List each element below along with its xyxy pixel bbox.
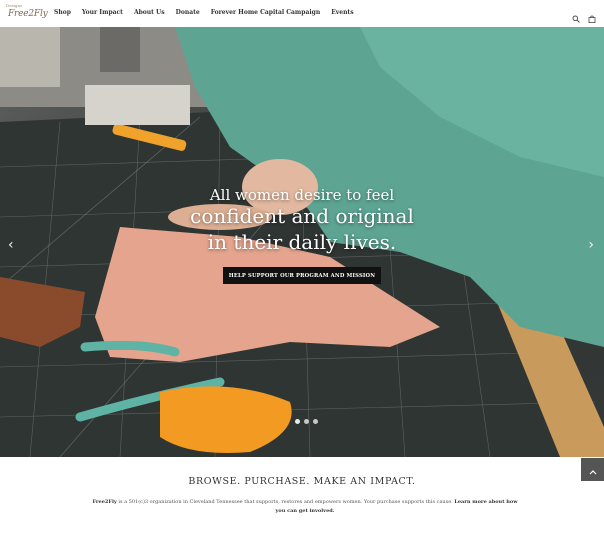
support-program-button[interactable]: HELP SUPPORT OUR PROGRAM AND MISSION [223,267,381,284]
bag-icon[interactable] [588,8,596,23]
nav-capital-campaign[interactable]: Forever Home Capital Campaign [211,9,321,16]
chevron-right-icon[interactable]: › [588,237,594,253]
site-logo[interactable]: Designs Free2Fly [6,3,48,23]
nav-about-us[interactable]: About Us [134,9,165,16]
brand-name: Free2Fly [92,499,117,505]
slider-dot-3[interactable] [313,419,318,424]
hero-heading-line-2: confident and original [190,204,414,228]
hero-heading-line-3: in their daily lives. [207,230,397,254]
chevron-left-icon[interactable]: ‹ [8,237,14,253]
nav-your-impact[interactable]: Your Impact [82,9,123,16]
hero-heading-line-1: All women desire to feel [209,186,395,204]
site-header: Designs Free2Fly Shop Your Impact About … [0,0,604,27]
logo-wordmark: Free2Fly [8,9,48,19]
mission-blurb: Free2Fly is a 501(c)3 organization in Cl… [90,498,520,516]
scroll-to-top-button[interactable] [581,458,604,481]
slider-dot-1[interactable] [295,419,300,424]
hero-slider: All women desire to feel confident and o… [0,27,604,457]
mission-text: is a 501(c)3 organization in Cleveland T… [116,499,455,505]
search-icon[interactable] [572,8,580,23]
nav-donate[interactable]: Donate [176,9,200,16]
section-headline: BROWSE. PURCHASE. MAKE AN IMPACT. [188,476,416,487]
logo-tag: Designs [6,3,23,8]
main-nav: Shop Your Impact About Us Donate Forever… [54,9,354,16]
chevron-up-icon [589,460,597,479]
nav-events[interactable]: Events [331,9,353,16]
nav-shop[interactable]: Shop [54,9,71,16]
slider-dots [295,419,318,424]
slider-dot-2[interactable] [304,419,309,424]
header-icons [572,8,596,23]
